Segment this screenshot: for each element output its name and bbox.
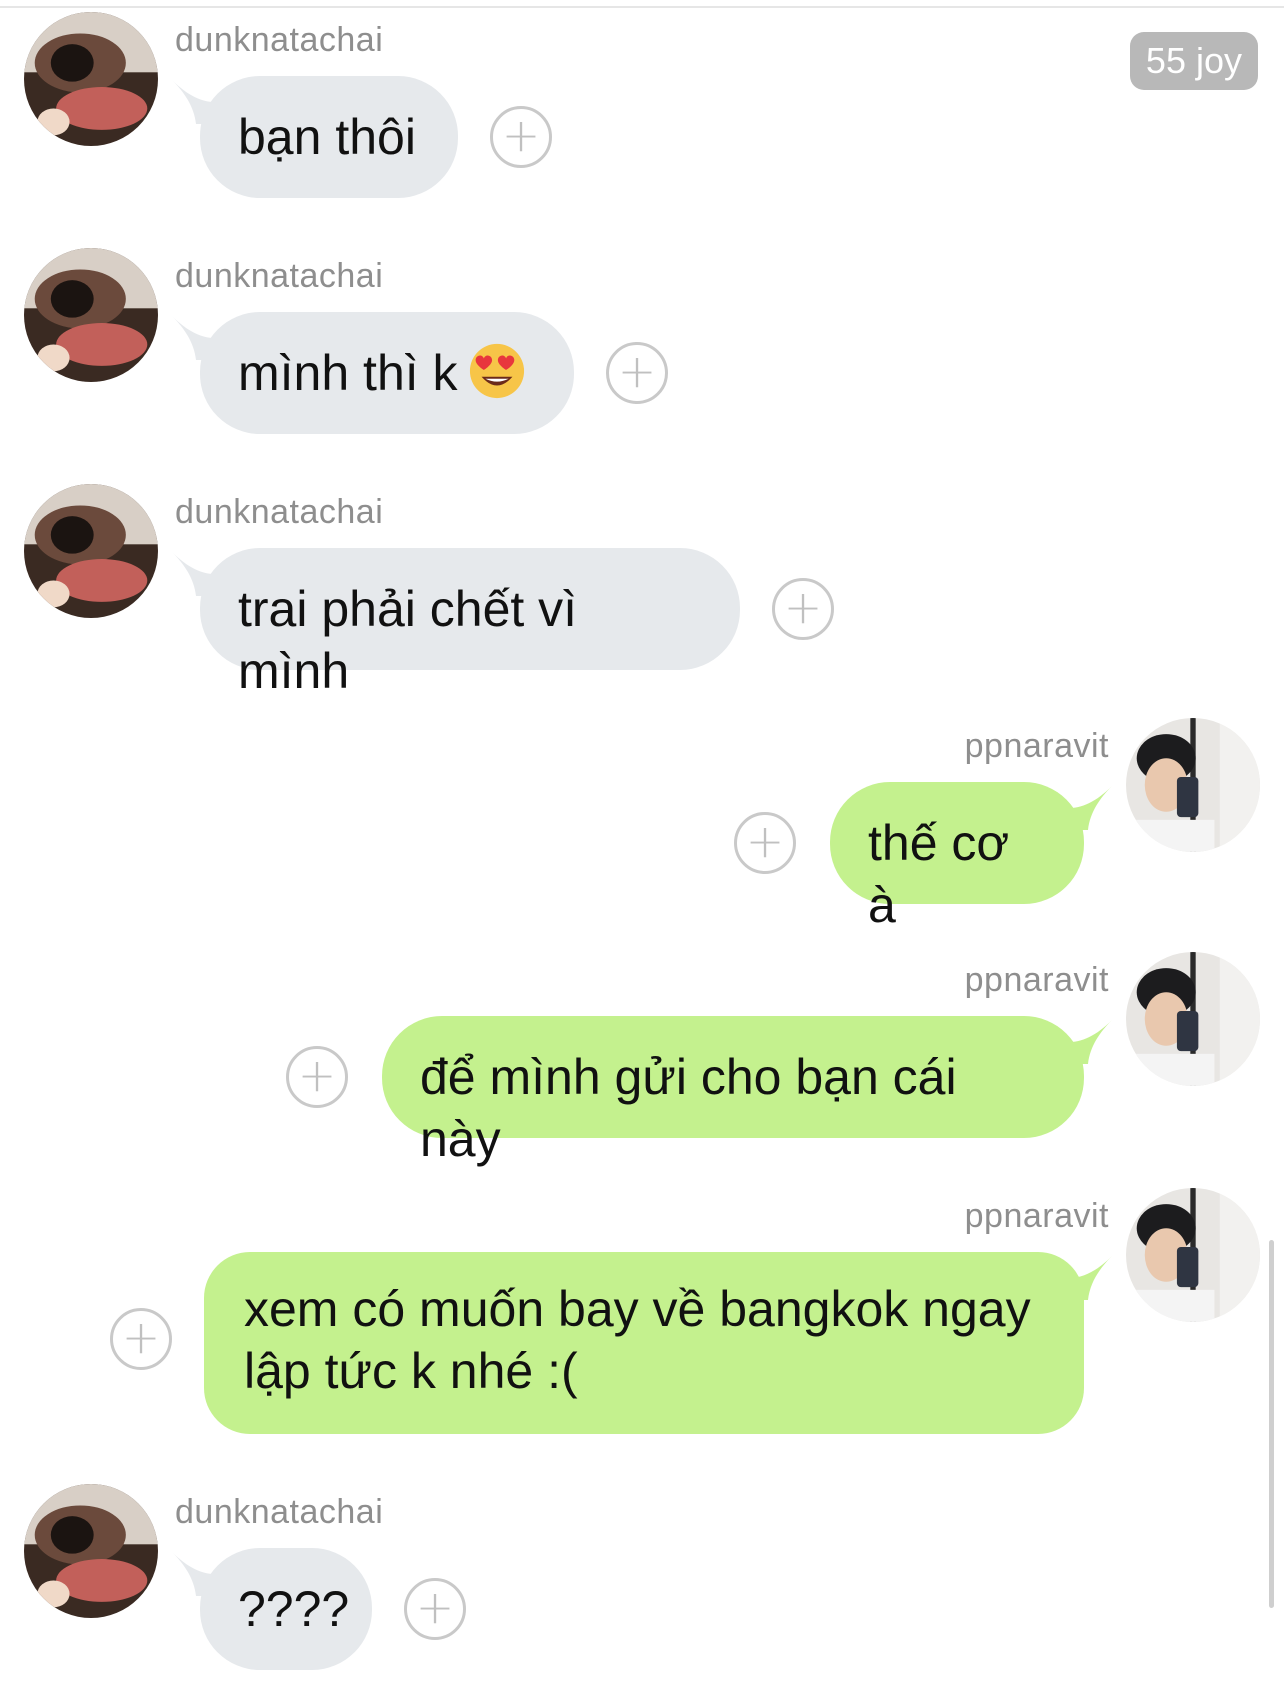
sender-name: ppnaravit bbox=[964, 727, 1109, 765]
message-text: mình thì k bbox=[238, 345, 458, 401]
sender-name: ppnaravit bbox=[964, 1197, 1109, 1235]
avatar-image bbox=[24, 1484, 158, 1618]
avatar-image bbox=[24, 248, 158, 382]
message-row: ppnaravit thế cơ à + bbox=[0, 718, 1284, 933]
message-bubble[interactable]: mình thì k bbox=[200, 312, 574, 434]
message-row: dunknatachai bạn thôi + bbox=[0, 12, 1284, 212]
add-reaction-icon[interactable]: + bbox=[404, 1578, 466, 1640]
message-row: dunknatachai mình thì k + bbox=[0, 248, 1284, 448]
message-bubble[interactable]: trai phải chết vì mình bbox=[200, 548, 740, 699]
top-divider bbox=[0, 6, 1284, 8]
message-bubble[interactable]: để mình gửi cho bạn cái này bbox=[382, 1016, 1084, 1167]
scrollbar[interactable] bbox=[1269, 1240, 1274, 1608]
message-bubble[interactable]: ???? bbox=[200, 1548, 372, 1670]
avatar-ppnaravit[interactable] bbox=[1126, 718, 1260, 852]
add-reaction-icon[interactable]: + bbox=[110, 1308, 172, 1370]
avatar-dunknatachai[interactable] bbox=[24, 1484, 158, 1618]
sender-name: dunknatachai bbox=[175, 493, 384, 531]
message-text-line: xem có muốn bay về bangkok ngay bbox=[244, 1281, 1031, 1337]
message-text: trai phải chết vì mình bbox=[238, 581, 578, 699]
message-text-line: lập tức k nhé :( bbox=[244, 1343, 578, 1399]
add-reaction-icon[interactable]: + bbox=[490, 106, 552, 168]
message-text: bạn thôi bbox=[238, 109, 416, 165]
message-row: ppnaravit để mình gửi cho bạn cái này + bbox=[0, 952, 1284, 1167]
avatar-image bbox=[1126, 1188, 1260, 1322]
message-row: dunknatachai ???? + bbox=[0, 1484, 1284, 1684]
message-row: dunknatachai trai phải chết vì mình + bbox=[0, 484, 1284, 699]
add-reaction-icon[interactable]: + bbox=[606, 342, 668, 404]
message-bubble[interactable]: thế cơ à bbox=[830, 782, 1084, 933]
message-text: để mình gửi cho bạn cái này bbox=[420, 1049, 957, 1167]
avatar-dunknatachai[interactable] bbox=[24, 248, 158, 382]
message-text: thế cơ à bbox=[868, 815, 1010, 933]
avatar-image bbox=[1126, 952, 1260, 1086]
avatar-ppnaravit[interactable] bbox=[1126, 952, 1260, 1086]
message-bubble[interactable]: xem có muốn bay về bangkok ngay lập tức … bbox=[204, 1252, 1084, 1434]
avatar-ppnaravit[interactable] bbox=[1126, 1188, 1260, 1322]
add-reaction-icon[interactable]: + bbox=[734, 812, 796, 874]
avatar-image bbox=[1126, 718, 1260, 852]
avatar-image bbox=[24, 484, 158, 618]
sender-name: dunknatachai bbox=[175, 21, 384, 59]
message-bubble[interactable]: bạn thôi bbox=[200, 76, 458, 198]
add-reaction-icon[interactable]: + bbox=[772, 578, 834, 640]
avatar-dunknatachai[interactable] bbox=[24, 484, 158, 618]
sender-name: dunknatachai bbox=[175, 1493, 384, 1531]
heart-eyes-emoji bbox=[469, 343, 524, 399]
sender-name: dunknatachai bbox=[175, 257, 384, 295]
add-reaction-icon[interactable]: + bbox=[286, 1046, 348, 1108]
message-text: ???? bbox=[238, 1581, 350, 1637]
message-row: ppnaravit xem có muốn bay về bangkok nga… bbox=[0, 1188, 1284, 1448]
avatar-image bbox=[24, 12, 158, 146]
avatar-dunknatachai[interactable] bbox=[24, 12, 158, 146]
sender-name: ppnaravit bbox=[964, 961, 1109, 999]
